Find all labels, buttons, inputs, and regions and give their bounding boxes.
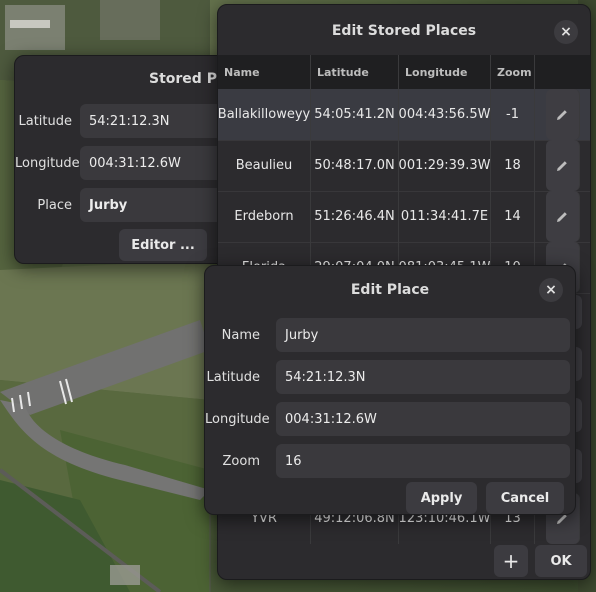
editor-button[interactable]: Editor ... [119,229,207,261]
longitude-label: Longitude [205,411,270,427]
cancel-button[interactable]: Cancel [486,482,564,514]
place-latitude: 54:05:41.2N [311,89,399,140]
column-header-edit [535,55,590,89]
ok-button[interactable]: OK [535,545,587,577]
place-label: Place [37,197,72,213]
edit-pencil-icon[interactable] [545,89,580,140]
longitude-field[interactable]: 004:31:12.6W [276,402,570,436]
column-header-latitude[interactable]: Latitude [311,55,399,89]
place-name: Beaulieu [218,140,311,191]
name-label: Name [221,327,260,343]
edit-place-dialog: Edit Place × Name Jurby Latitude 54:21:1… [204,265,576,515]
close-icon[interactable]: × [539,278,563,302]
name-field[interactable]: Jurby [276,318,570,352]
place-zoom: -1 [491,89,535,140]
zoom-label: Zoom [222,453,260,469]
place-zoom: 14 [491,191,535,242]
place-longitude: 001:29:39.3W [399,140,491,191]
table-row[interactable]: Ballakilloweyy 54:05:41.2N 004:43:56.5W … [218,89,590,141]
column-header-name[interactable]: Name [218,55,311,89]
latitude-label: Latitude [18,113,72,129]
place-longitude: 004:43:56.5W [399,89,491,140]
column-header-zoom[interactable]: Zoom [491,55,535,89]
edit-stored-places-title-text: Edit Stored Places [331,23,477,39]
add-place-button[interactable]: + [494,545,528,577]
edit-place-title: Edit Place × [205,266,575,314]
longitude-label: Longitude [15,155,80,171]
latitude-label: Latitude [206,369,260,385]
place-longitude: 011:34:41.7E [399,191,491,242]
place-latitude: 51:26:46.4N [311,191,399,242]
column-header-longitude[interactable]: Longitude [399,55,491,89]
place-zoom: 18 [491,140,535,191]
latitude-field[interactable]: 54:21:12.3N [276,360,570,394]
place-name: Erdeborn [218,191,311,242]
apply-button[interactable]: Apply [406,482,477,514]
table-header: Name Latitude Longitude Zoom [218,55,590,89]
table-row[interactable]: Erdeborn 51:26:46.4N 011:34:41.7E 14 [218,191,590,243]
edit-pencil-icon[interactable] [545,140,580,191]
edit-stored-places-title: Edit Stored Places × [218,5,590,57]
place-latitude: 50:48:17.0N [311,140,399,191]
place-name: Ballakilloweyy [218,89,311,140]
edit-pencil-icon[interactable] [545,191,580,242]
close-icon[interactable]: × [554,20,578,44]
zoom-field[interactable]: 16 [276,444,570,478]
table-row[interactable]: Beaulieu 50:48:17.0N 001:29:39.3W 18 [218,140,590,192]
edit-place-title-text: Edit Place [350,282,430,298]
